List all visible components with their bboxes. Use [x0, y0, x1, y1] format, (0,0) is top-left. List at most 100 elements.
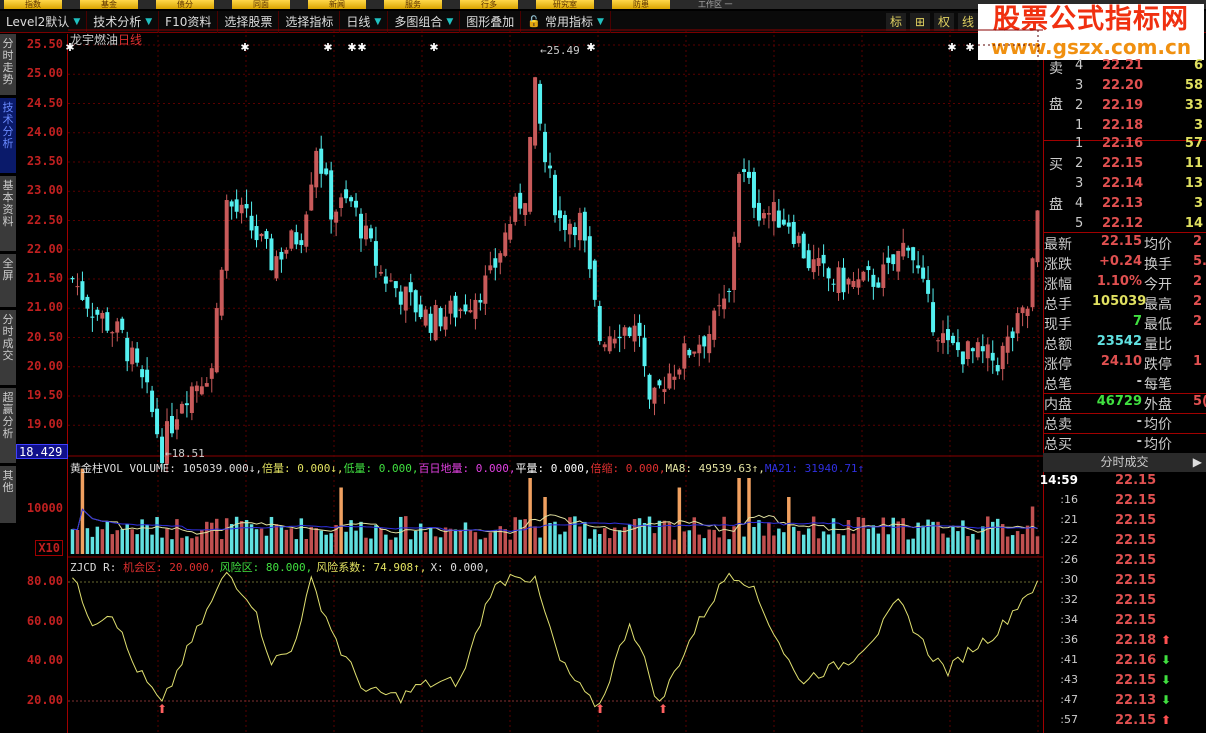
buy-order-row[interactable]: 1 22.16 57 — [1044, 136, 1206, 156]
event-marker-icon[interactable]: ✱ — [965, 41, 974, 54]
event-marker-icon[interactable]: ✱ — [347, 41, 356, 54]
event-marker-icon[interactable]: ✱ — [586, 41, 595, 54]
volume-bar — [886, 534, 891, 554]
candle-body — [120, 318, 125, 330]
volume-bar — [190, 538, 194, 554]
quote-label: 外盘 — [1144, 397, 1172, 413]
tick-row: :43 22.15 ⬇ — [1043, 673, 1206, 693]
candle-body — [642, 337, 647, 367]
tick-time: :16 — [1060, 493, 1078, 506]
candle-body — [299, 240, 304, 246]
volume-bar — [75, 529, 80, 554]
candle-body — [408, 282, 413, 293]
volume-bar — [687, 530, 692, 554]
tick-row: :22 22.15 — [1043, 533, 1206, 553]
sell-order-row[interactable]: 3 22.20 58 — [1044, 78, 1206, 98]
chart-canvas[interactable]: ✱ ✱ ✱ ✱ ✱ ✱ ✱ ✱ ✱⬆ ⬆ ⬆ — [0, 0, 1043, 733]
quote-label: 最新 — [1044, 237, 1072, 253]
candle-body — [607, 336, 612, 352]
candle-body — [314, 150, 319, 188]
volume-bar — [956, 531, 960, 554]
buy-order-row[interactable]: 4 22.13 3 — [1044, 196, 1206, 216]
quote-value: 1 — [1193, 354, 1203, 369]
volume-bar — [423, 532, 428, 554]
ticks-panel-header[interactable]: 分时成交 ▶ — [1043, 453, 1206, 472]
buy-order-row[interactable]: 2 22.15 11 — [1044, 156, 1206, 176]
event-marker-icon[interactable]: ✱ — [357, 41, 366, 54]
quote-value: 2 — [1193, 314, 1203, 329]
candle-body — [921, 267, 926, 279]
sell-order-row[interactable]: 2 22.19 33 — [1044, 98, 1206, 118]
volume-bar — [513, 517, 517, 554]
volume-bar — [806, 528, 811, 554]
volume-bar — [105, 521, 110, 554]
volume-bar — [274, 524, 279, 554]
volume-bar — [224, 518, 229, 554]
quote-row: 内盘 46729外盘 5( — [1044, 393, 1206, 414]
candle-body — [548, 165, 553, 169]
volume-bar — [458, 529, 463, 554]
volume-bar — [876, 533, 881, 554]
candle-body — [781, 219, 786, 225]
buy-order-row[interactable]: 3 22.14 13 — [1044, 176, 1206, 196]
tick-time: :32 — [1060, 593, 1078, 606]
sell-order-row[interactable]: 1 22.18 3 — [1044, 118, 1206, 138]
candle-body — [1035, 210, 1040, 263]
candle-body — [821, 254, 826, 264]
quote-label: 总手 — [1044, 297, 1072, 313]
candle-body — [448, 300, 453, 314]
volume-bar — [349, 520, 353, 554]
tick-price: 22.15 — [1115, 553, 1157, 568]
candle-body — [995, 365, 1000, 372]
event-marker-icon[interactable]: ✱ — [240, 41, 249, 54]
volume-bar — [1005, 536, 1010, 554]
candle-body — [179, 403, 184, 414]
event-marker-icon[interactable]: ✱ — [323, 41, 332, 54]
order-v: 14 — [1184, 216, 1203, 231]
volume-bar — [642, 522, 647, 554]
volume-bar — [911, 538, 915, 554]
sell-order-row[interactable]: 4 22.21 6 — [1044, 58, 1206, 78]
order-v: 11 — [1184, 156, 1203, 171]
order-n: 3 — [1075, 176, 1084, 191]
candle-body — [503, 232, 508, 256]
candle-body — [329, 170, 334, 220]
candle-body — [970, 348, 975, 352]
risk-coefficient-line — [72, 571, 1038, 708]
candle-body — [1020, 307, 1025, 314]
volume-bar — [1015, 531, 1020, 554]
volume-bar — [448, 528, 453, 554]
event-marker-icon[interactable]: ✱ — [947, 41, 956, 54]
volume-bar — [971, 533, 975, 554]
candle-body — [582, 211, 587, 241]
candle-body — [523, 203, 528, 216]
candle-body — [239, 204, 244, 214]
volume-bar — [717, 537, 721, 554]
candle-body — [249, 215, 254, 231]
tick-price: 22.15 — [1115, 533, 1157, 548]
volume-bar — [264, 535, 269, 554]
candle-body — [707, 334, 712, 354]
tick-price: 22.15 — [1115, 573, 1157, 588]
candle-body — [836, 267, 841, 293]
volume-bar — [239, 521, 244, 554]
event-marker-icon[interactable]: ✱ — [429, 41, 438, 54]
volume-bar — [438, 537, 443, 554]
volume-bar — [130, 529, 134, 554]
candle-body — [662, 389, 667, 393]
volume-bar — [752, 527, 756, 554]
order-p: 22.21 — [1102, 58, 1144, 73]
arrow-up-icon: ⬆ — [1161, 713, 1172, 727]
candle-body — [906, 247, 911, 251]
candle-body — [269, 238, 274, 271]
divider — [1044, 433, 1206, 434]
tick-row: :47 22.13 ⬇ — [1043, 693, 1206, 713]
quote-value: 46729 — [1096, 394, 1142, 409]
ticks-panel-title: 分时成交 — [1100, 455, 1149, 469]
candle-body — [712, 310, 717, 340]
buy-order-row[interactable]: 5 22.12 14 — [1044, 216, 1206, 236]
tick-price: 22.15 — [1115, 513, 1157, 528]
candle-body — [796, 235, 801, 244]
candle-body — [936, 340, 941, 342]
expand-arrow-icon[interactable]: ▶ — [1193, 453, 1202, 472]
